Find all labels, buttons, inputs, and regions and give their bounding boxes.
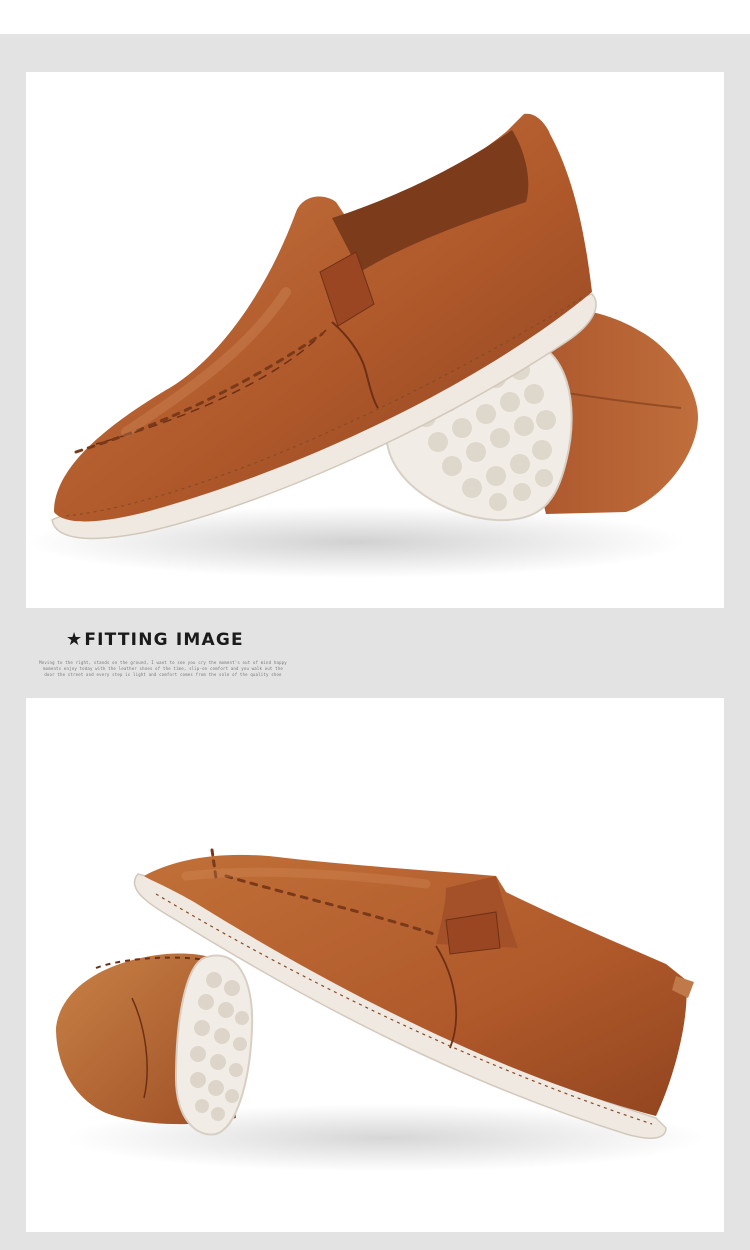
section-heading: ★ FITTING IMAGE [66,630,244,650]
top-shoe-illustration [26,113,698,578]
tilted-shoe [56,953,254,1136]
bottom-shoe-photo [26,698,724,1232]
bottom-shoe-illustration [56,848,706,1172]
top-band [0,0,750,34]
section-heading-text: FITTING IMAGE [84,630,244,650]
top-shoe-photo [26,72,724,608]
section-blurb: Moving to the right, stands on the groun… [39,660,287,677]
star-icon: ★ [66,629,84,650]
